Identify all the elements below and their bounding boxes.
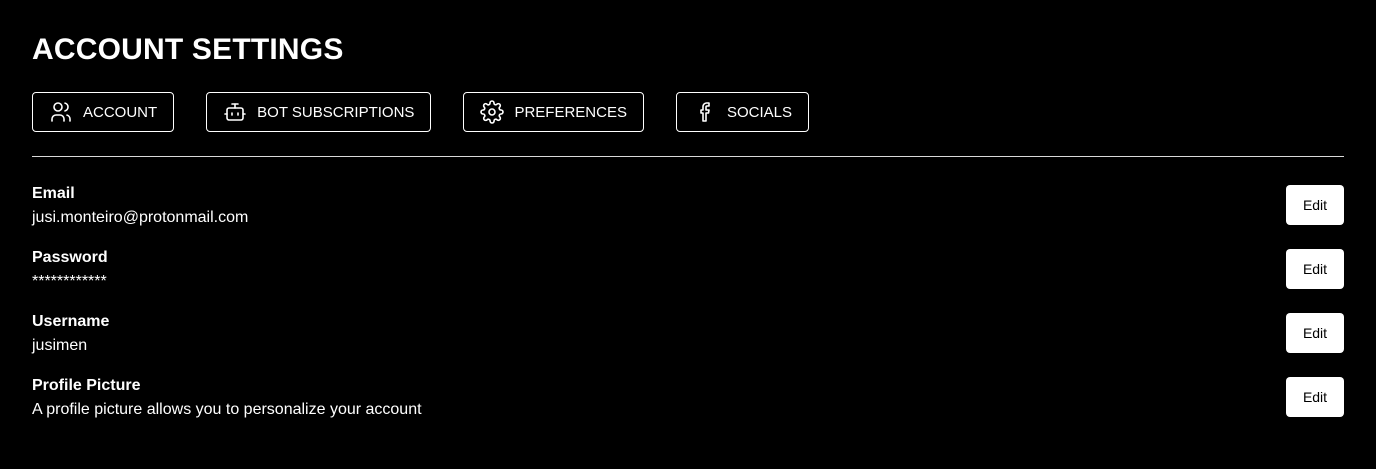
setting-row-username: Username jusimen Edit	[32, 312, 1344, 376]
setting-label: Username	[32, 313, 110, 330]
tab-socials[interactable]: SOCIALS	[675, 92, 809, 132]
settings-list: Email jusi.monteiro@protonmail.com Edit …	[32, 184, 1344, 440]
setting-value: A profile picture allows you to personal…	[32, 401, 422, 418]
setting-row-password: Password ************ Edit	[32, 248, 1344, 312]
setting-value: jusimen	[32, 337, 88, 354]
setting-row-profile-picture: Profile Picture A profile picture allows…	[32, 376, 1344, 440]
edit-password-button[interactable]: Edit	[1286, 249, 1344, 289]
setting-value: jusi.monteiro@protonmail.com	[32, 209, 249, 226]
facebook-icon	[693, 100, 717, 124]
divider	[32, 156, 1344, 157]
tab-preferences[interactable]: PREFERENCES	[463, 92, 644, 132]
page-title: ACCOUNT SETTINGS	[32, 33, 344, 66]
tab-account[interactable]: ACCOUNT	[32, 92, 175, 132]
account-settings-page: ACCOUNT SETTINGS ACCOUNT BOT SUBSCRIPTIO…	[0, 0, 1376, 469]
tab-bot-subscriptions[interactable]: BOT SUBSCRIPTIONS	[206, 92, 432, 132]
tab-bot-subscriptions-label: BOT SUBSCRIPTIONS	[257, 103, 415, 121]
settings-tabs: ACCOUNT BOT SUBSCRIPTIONS PREFERENCES SO…	[32, 92, 809, 132]
tab-preferences-label: PREFERENCES	[514, 103, 627, 121]
bot-icon	[223, 100, 247, 124]
edit-username-button[interactable]: Edit	[1286, 313, 1344, 353]
gear-icon	[480, 100, 505, 124]
users-icon	[49, 100, 73, 124]
setting-value: ************	[32, 273, 107, 290]
tab-account-label: ACCOUNT	[83, 103, 158, 121]
setting-label: Password	[32, 249, 108, 266]
edit-profile-picture-button[interactable]: Edit	[1286, 377, 1344, 417]
tab-socials-label: SOCIALS	[726, 103, 792, 121]
setting-row-email: Email jusi.monteiro@protonmail.com Edit	[32, 184, 1344, 248]
setting-label: Profile Picture	[32, 377, 141, 394]
setting-label: Email	[32, 185, 75, 202]
edit-email-button[interactable]: Edit	[1286, 185, 1344, 225]
